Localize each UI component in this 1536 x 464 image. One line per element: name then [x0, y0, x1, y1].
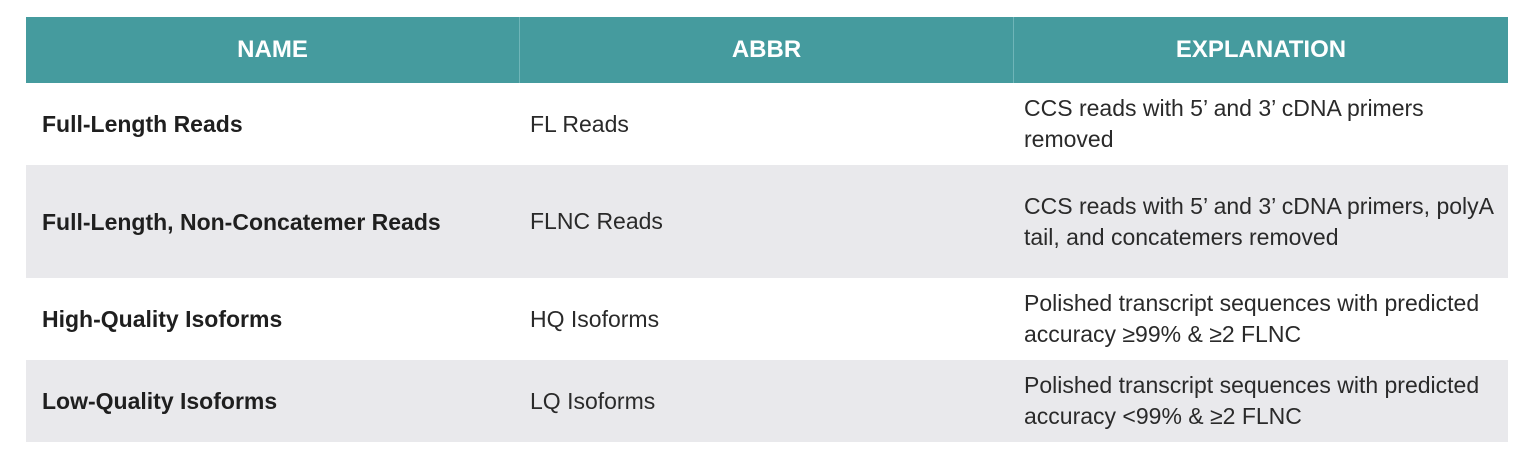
row-explanation: Polished transcript sequences with predi… — [1024, 372, 1480, 429]
row-name: Full-Length Reads — [42, 111, 243, 137]
header-explanation: EXPLANATION — [1175, 36, 1347, 63]
row-abbr: HQ Isoforms — [530, 305, 660, 332]
table-header-row: NAME ABBR EXPLANATION — [26, 17, 1508, 83]
table-row: Full-Length, Non-Concatemer Reads FLNC R… — [26, 165, 1508, 278]
row-name: High-Quality Isoforms — [42, 306, 283, 332]
row-abbr: LQ Isoforms — [530, 387, 656, 414]
table-row: Full-Length Reads FL Reads CCS reads wit… — [26, 83, 1508, 165]
glossary-table: NAME ABBR EXPLANATION Full-Length Reads … — [26, 17, 1508, 442]
table-row: Low-Quality Isoforms LQ Isoforms Polishe… — [26, 360, 1508, 442]
row-name: Full-Length, Non-Concatemer Reads — [42, 208, 441, 235]
row-name: Low-Quality Isoforms — [42, 388, 278, 414]
row-abbr: FL Reads — [530, 110, 629, 137]
header-name: NAME — [26, 17, 520, 83]
row-explanation: Polished transcript sequences with predi… — [1024, 290, 1480, 347]
table-row: High-Quality Isoforms HQ Isoforms Polish… — [26, 278, 1508, 360]
row-explanation: CCS reads with 5’ and 3’ cDNA primers, p… — [1024, 192, 1493, 250]
row-explanation: CCS reads with 5’ and 3’ cDNA primers re… — [1024, 95, 1424, 152]
row-abbr: FLNC Reads — [530, 208, 663, 234]
header-abbr: ABBR — [520, 17, 1014, 83]
